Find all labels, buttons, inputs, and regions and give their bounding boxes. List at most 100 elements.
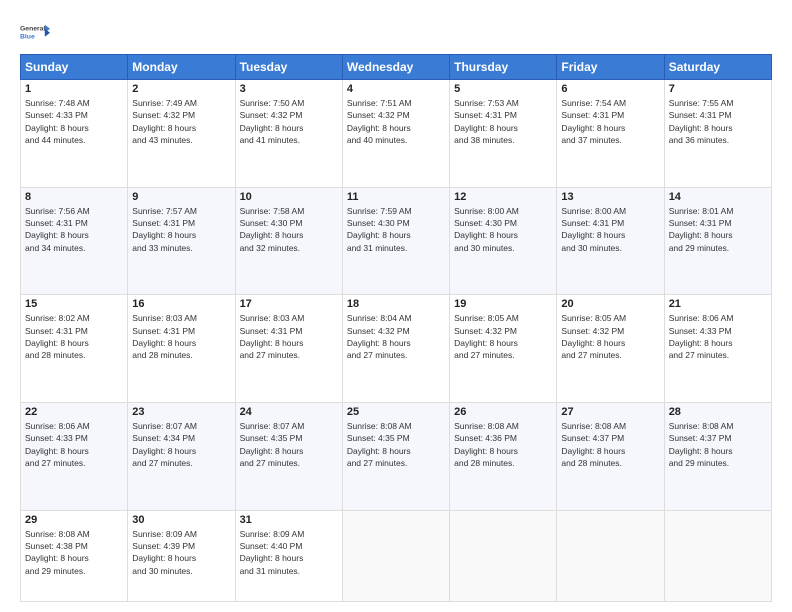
header-row: SundayMondayTuesdayWednesdayThursdayFrid… — [21, 55, 772, 80]
day-info: Sunrise: 7:51 AMSunset: 4:32 PMDaylight:… — [347, 97, 445, 146]
calendar-cell: 31 Sunrise: 8:09 AMSunset: 4:40 PMDaylig… — [235, 510, 342, 601]
calendar-cell: 4 Sunrise: 7:51 AMSunset: 4:32 PMDayligh… — [342, 80, 449, 188]
day-number: 7 — [669, 83, 767, 95]
day-info: Sunrise: 7:59 AMSunset: 4:30 PMDaylight:… — [347, 205, 445, 254]
day-number: 24 — [240, 406, 338, 418]
day-number: 20 — [561, 298, 659, 310]
calendar-cell: 15 Sunrise: 8:02 AMSunset: 4:31 PMDaylig… — [21, 295, 128, 403]
day-number: 31 — [240, 514, 338, 526]
day-info: Sunrise: 8:03 AMSunset: 4:31 PMDaylight:… — [132, 312, 230, 361]
day-number: 11 — [347, 191, 445, 203]
day-info: Sunrise: 7:58 AMSunset: 4:30 PMDaylight:… — [240, 205, 338, 254]
day-number: 26 — [454, 406, 552, 418]
calendar-cell — [664, 510, 771, 601]
week-row-5: 29 Sunrise: 8:08 AMSunset: 4:38 PMDaylig… — [21, 510, 772, 601]
day-number: 3 — [240, 83, 338, 95]
day-number: 10 — [240, 191, 338, 203]
day-number: 22 — [25, 406, 123, 418]
day-info: Sunrise: 7:56 AMSunset: 4:31 PMDaylight:… — [25, 205, 123, 254]
calendar-table: SundayMondayTuesdayWednesdayThursdayFrid… — [20, 54, 772, 602]
day-info: Sunrise: 8:06 AMSunset: 4:33 PMDaylight:… — [669, 312, 767, 361]
calendar-cell: 9 Sunrise: 7:57 AMSunset: 4:31 PMDayligh… — [128, 187, 235, 295]
day-number: 5 — [454, 83, 552, 95]
day-number: 6 — [561, 83, 659, 95]
day-info: Sunrise: 7:54 AMSunset: 4:31 PMDaylight:… — [561, 97, 659, 146]
calendar-cell: 29 Sunrise: 8:08 AMSunset: 4:38 PMDaylig… — [21, 510, 128, 601]
header: GeneralBlue — [20, 16, 772, 48]
calendar-cell: 23 Sunrise: 8:07 AMSunset: 4:34 PMDaylig… — [128, 403, 235, 511]
day-info: Sunrise: 8:00 AMSunset: 4:30 PMDaylight:… — [454, 205, 552, 254]
day-info: Sunrise: 8:08 AMSunset: 4:37 PMDaylight:… — [669, 420, 767, 469]
day-number: 28 — [669, 406, 767, 418]
day-header-thursday: Thursday — [450, 55, 557, 80]
day-header-monday: Monday — [128, 55, 235, 80]
day-header-saturday: Saturday — [664, 55, 771, 80]
day-info: Sunrise: 8:08 AMSunset: 4:38 PMDaylight:… — [25, 528, 123, 577]
day-number: 30 — [132, 514, 230, 526]
day-info: Sunrise: 8:03 AMSunset: 4:31 PMDaylight:… — [240, 312, 338, 361]
calendar-cell — [342, 510, 449, 601]
day-info: Sunrise: 7:50 AMSunset: 4:32 PMDaylight:… — [240, 97, 338, 146]
calendar-cell: 14 Sunrise: 8:01 AMSunset: 4:31 PMDaylig… — [664, 187, 771, 295]
day-number: 29 — [25, 514, 123, 526]
day-header-friday: Friday — [557, 55, 664, 80]
day-number: 9 — [132, 191, 230, 203]
svg-text:Blue: Blue — [20, 33, 35, 40]
day-info: Sunrise: 7:49 AMSunset: 4:32 PMDaylight:… — [132, 97, 230, 146]
calendar-cell — [450, 510, 557, 601]
day-number: 12 — [454, 191, 552, 203]
day-header-wednesday: Wednesday — [342, 55, 449, 80]
week-row-2: 8 Sunrise: 7:56 AMSunset: 4:31 PMDayligh… — [21, 187, 772, 295]
day-info: Sunrise: 8:09 AMSunset: 4:40 PMDaylight:… — [240, 528, 338, 577]
day-number: 13 — [561, 191, 659, 203]
calendar-cell: 16 Sunrise: 8:03 AMSunset: 4:31 PMDaylig… — [128, 295, 235, 403]
day-number: 25 — [347, 406, 445, 418]
day-info: Sunrise: 7:48 AMSunset: 4:33 PMDaylight:… — [25, 97, 123, 146]
calendar-cell: 21 Sunrise: 8:06 AMSunset: 4:33 PMDaylig… — [664, 295, 771, 403]
day-info: Sunrise: 8:09 AMSunset: 4:39 PMDaylight:… — [132, 528, 230, 577]
calendar-cell: 1 Sunrise: 7:48 AMSunset: 4:33 PMDayligh… — [21, 80, 128, 188]
calendar-cell: 5 Sunrise: 7:53 AMSunset: 4:31 PMDayligh… — [450, 80, 557, 188]
day-info: Sunrise: 8:05 AMSunset: 4:32 PMDaylight:… — [561, 312, 659, 361]
day-number: 8 — [25, 191, 123, 203]
day-number: 19 — [454, 298, 552, 310]
calendar-cell: 24 Sunrise: 8:07 AMSunset: 4:35 PMDaylig… — [235, 403, 342, 511]
page: GeneralBlue SundayMondayTuesdayWednesday… — [0, 0, 792, 612]
day-header-tuesday: Tuesday — [235, 55, 342, 80]
day-number: 18 — [347, 298, 445, 310]
calendar-cell: 22 Sunrise: 8:06 AMSunset: 4:33 PMDaylig… — [21, 403, 128, 511]
day-info: Sunrise: 7:57 AMSunset: 4:31 PMDaylight:… — [132, 205, 230, 254]
day-info: Sunrise: 8:00 AMSunset: 4:31 PMDaylight:… — [561, 205, 659, 254]
calendar-cell: 6 Sunrise: 7:54 AMSunset: 4:31 PMDayligh… — [557, 80, 664, 188]
calendar-cell: 13 Sunrise: 8:00 AMSunset: 4:31 PMDaylig… — [557, 187, 664, 295]
svg-text:General: General — [20, 25, 45, 32]
calendar-cell: 26 Sunrise: 8:08 AMSunset: 4:36 PMDaylig… — [450, 403, 557, 511]
day-info: Sunrise: 8:07 AMSunset: 4:35 PMDaylight:… — [240, 420, 338, 469]
week-row-3: 15 Sunrise: 8:02 AMSunset: 4:31 PMDaylig… — [21, 295, 772, 403]
day-info: Sunrise: 8:07 AMSunset: 4:34 PMDaylight:… — [132, 420, 230, 469]
calendar-cell: 18 Sunrise: 8:04 AMSunset: 4:32 PMDaylig… — [342, 295, 449, 403]
day-number: 17 — [240, 298, 338, 310]
calendar-cell: 28 Sunrise: 8:08 AMSunset: 4:37 PMDaylig… — [664, 403, 771, 511]
day-number: 14 — [669, 191, 767, 203]
day-number: 21 — [669, 298, 767, 310]
day-number: 1 — [25, 83, 123, 95]
calendar-cell: 19 Sunrise: 8:05 AMSunset: 4:32 PMDaylig… — [450, 295, 557, 403]
calendar-cell: 7 Sunrise: 7:55 AMSunset: 4:31 PMDayligh… — [664, 80, 771, 188]
day-number: 2 — [132, 83, 230, 95]
day-number: 4 — [347, 83, 445, 95]
calendar-cell: 27 Sunrise: 8:08 AMSunset: 4:37 PMDaylig… — [557, 403, 664, 511]
logo: GeneralBlue — [20, 16, 52, 48]
day-number: 16 — [132, 298, 230, 310]
logo-icon: GeneralBlue — [20, 16, 52, 48]
calendar-cell: 3 Sunrise: 7:50 AMSunset: 4:32 PMDayligh… — [235, 80, 342, 188]
day-number: 23 — [132, 406, 230, 418]
calendar-cell: 17 Sunrise: 8:03 AMSunset: 4:31 PMDaylig… — [235, 295, 342, 403]
day-header-sunday: Sunday — [21, 55, 128, 80]
week-row-1: 1 Sunrise: 7:48 AMSunset: 4:33 PMDayligh… — [21, 80, 772, 188]
week-row-4: 22 Sunrise: 8:06 AMSunset: 4:33 PMDaylig… — [21, 403, 772, 511]
day-info: Sunrise: 8:08 AMSunset: 4:35 PMDaylight:… — [347, 420, 445, 469]
day-info: Sunrise: 8:02 AMSunset: 4:31 PMDaylight:… — [25, 312, 123, 361]
day-info: Sunrise: 8:06 AMSunset: 4:33 PMDaylight:… — [25, 420, 123, 469]
day-info: Sunrise: 8:08 AMSunset: 4:37 PMDaylight:… — [561, 420, 659, 469]
